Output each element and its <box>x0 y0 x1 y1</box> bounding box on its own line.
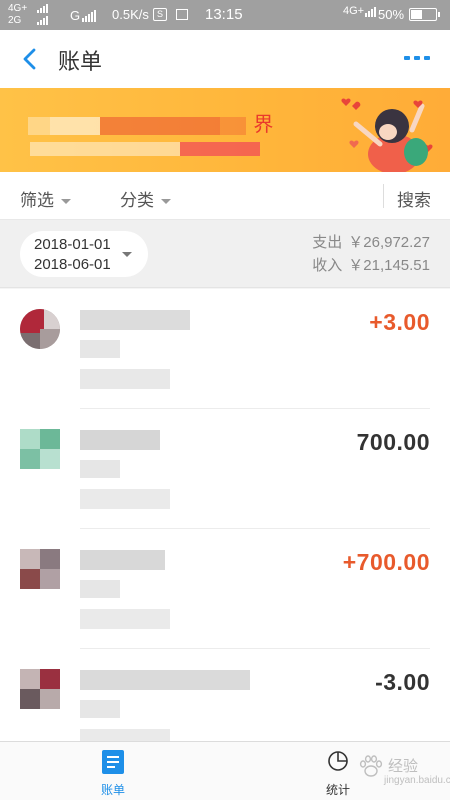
banner-headline-end: 界 <box>253 112 275 136</box>
watermark-url: jingyan.baidu.com <box>384 775 450 786</box>
date-range-selector[interactable]: 2018-01-01 2018-06-01 <box>20 231 148 277</box>
category-dropdown[interactable]: 分类 <box>120 186 171 211</box>
avatar <box>20 669 60 709</box>
avatar <box>20 429 60 469</box>
transaction-amount: -3.00 <box>375 669 430 695</box>
transaction-amount: +3.00 <box>369 309 430 335</box>
divider <box>383 184 384 208</box>
network-type-g: G <box>70 8 81 23</box>
signal-icon <box>37 16 48 25</box>
transaction-time <box>80 609 170 629</box>
banner-headline: 界 <box>28 108 274 137</box>
transaction-time <box>80 369 170 389</box>
expense-total: 支出 ￥26,972.27 <box>312 231 430 252</box>
transaction-time <box>80 489 170 509</box>
category-label: 分类 <box>120 191 154 211</box>
transaction-title <box>80 310 190 330</box>
income-total: 收入 ￥21,145.51 <box>312 254 430 275</box>
transaction-amount: +700.00 <box>342 549 430 575</box>
page-title: 账单 <box>58 50 103 75</box>
watermark-text: 经验 <box>388 757 419 775</box>
banner-illustration <box>341 98 433 172</box>
start-date: 2018-01-01 <box>34 236 111 253</box>
back-arrow-icon[interactable] <box>20 48 40 70</box>
network-type-primary: 4G+ <box>8 3 28 14</box>
signal-icon <box>37 4 48 13</box>
transaction-time <box>80 729 170 741</box>
filter-label: 筛选 <box>20 191 54 211</box>
network-type-secondary: 2G <box>8 15 22 26</box>
search-button[interactable]: 搜索 <box>397 186 431 211</box>
battery-fill <box>411 10 422 19</box>
signal-icon <box>82 10 96 22</box>
summary-bar: 2018-01-01 2018-06-01 支出 ￥26,972.27 收入 ￥21… <box>0 220 450 288</box>
list-item[interactable]: +3.00 <box>0 289 450 409</box>
transaction-amount: 700.00 <box>356 429 430 455</box>
banner-subline <box>30 141 260 156</box>
list-item[interactable]: +700.00 <box>0 529 450 649</box>
network-speed: 0.5K/s <box>112 7 149 22</box>
network-indicator: 4G+ 2G <box>8 3 68 29</box>
transaction-title <box>80 430 160 450</box>
list-item[interactable]: -3.00 <box>0 649 450 741</box>
battery-percent: 50% <box>378 7 405 22</box>
tab-bill[interactable]: 账单 <box>83 748 143 798</box>
income-label: 收入 <box>312 256 343 274</box>
tab-bill-label: 账单 <box>100 783 125 797</box>
clock: 13:15 <box>205 6 243 23</box>
transaction-subtitle <box>80 700 120 718</box>
battery-icon <box>409 8 440 21</box>
nav-bar: 账单 <box>0 30 450 88</box>
avatar <box>20 549 60 589</box>
transaction-list: +3.00 700.00 +700.00 -3.00 <box>0 289 450 741</box>
filter-bar: 筛选 分类 搜索 <box>0 172 450 220</box>
expense-label: 支出 <box>312 233 343 251</box>
transaction-subtitle <box>80 460 120 478</box>
more-options-icon[interactable] <box>404 56 430 62</box>
baidu-watermark: 经验 jingyan.baidu.com <box>358 752 450 792</box>
chevron-down-icon <box>161 198 171 204</box>
bill-icon <box>102 750 124 774</box>
status-bar: 4G+ 2G G 0.5K/s S 13:15 4G+ 50% <box>0 0 450 30</box>
end-date: 2018-06-01 <box>34 256 111 273</box>
income-value: ￥21,145.51 <box>348 257 430 274</box>
signal-icon <box>365 7 376 17</box>
transaction-title <box>80 550 165 570</box>
avatar <box>20 309 60 349</box>
list-item[interactable]: 700.00 <box>0 409 450 529</box>
transaction-subtitle <box>80 580 120 598</box>
app-notification-icon: S <box>153 8 167 21</box>
image-notification-icon <box>176 9 188 20</box>
chevron-down-icon <box>61 198 71 204</box>
transaction-subtitle <box>80 340 120 358</box>
filter-dropdown[interactable]: 筛选 <box>20 186 71 211</box>
promo-banner[interactable]: 界 <box>0 88 450 172</box>
expense-value: ￥26,972.27 <box>348 234 430 251</box>
pie-chart-icon <box>328 751 348 771</box>
paw-icon <box>359 755 383 777</box>
network-type-4g: 4G+ <box>343 5 365 17</box>
chevron-down-icon <box>122 252 132 257</box>
transaction-title <box>80 670 250 690</box>
